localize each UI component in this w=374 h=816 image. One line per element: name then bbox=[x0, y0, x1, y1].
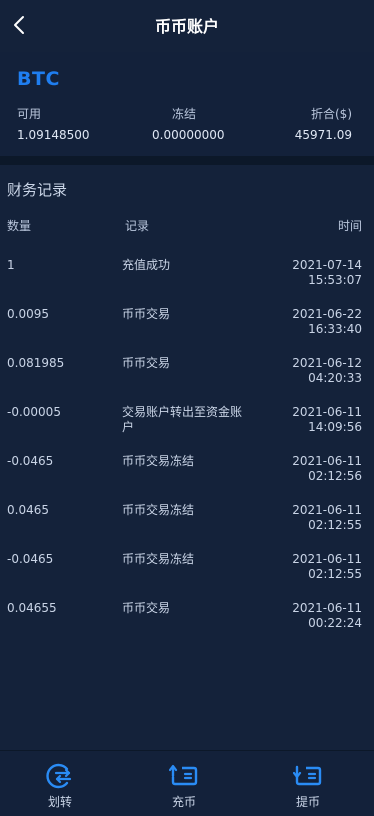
row-qty: 0.0465 bbox=[7, 503, 49, 517]
header-bar: 币币账户 bbox=[0, 0, 374, 50]
table-row[interactable]: 0.04655 币币交易 2021-06-11 00:22:24 bbox=[0, 601, 374, 647]
nav-transfer-label: 划转 bbox=[47, 795, 72, 809]
table-row[interactable]: 0.0465 币币交易冻结 2021-06-11 02:12:55 bbox=[0, 503, 374, 549]
coin-symbol: BTC bbox=[17, 68, 60, 90]
row-date: 2021-06-11 bbox=[292, 405, 362, 419]
row-desc: 币币交易冻结 bbox=[122, 454, 195, 468]
row-datetime: 2021-06-12 04:20:33 bbox=[292, 356, 362, 386]
row-qty: -0.0465 bbox=[7, 454, 54, 468]
row-qty: -0.0465 bbox=[7, 552, 54, 566]
section-divider bbox=[0, 156, 374, 165]
row-time: 16:33:40 bbox=[308, 322, 362, 336]
row-desc: 币币交易 bbox=[122, 307, 171, 321]
nav-withdraw-label: 提币 bbox=[295, 795, 320, 809]
total-label: 折合($) bbox=[311, 107, 352, 121]
row-datetime: 2021-06-11 02:12:55 bbox=[292, 552, 362, 582]
row-date: 2021-06-11 bbox=[292, 552, 362, 566]
row-datetime: 2021-06-22 16:33:40 bbox=[292, 307, 362, 337]
row-date: 2021-06-11 bbox=[292, 601, 362, 615]
row-qty: 0.081985 bbox=[7, 356, 65, 370]
bottom-nav: 划转 充币 提币 bbox=[0, 750, 374, 816]
row-time: 15:53:07 bbox=[308, 273, 362, 287]
available-label: 可用 bbox=[17, 107, 42, 121]
table-row[interactable]: -0.0465 币币交易冻结 2021-06-11 02:12:56 bbox=[0, 454, 374, 500]
table-row[interactable]: 0.081985 币币交易 2021-06-12 04:20:33 bbox=[0, 356, 374, 402]
row-desc: 币币交易冻结 bbox=[122, 552, 195, 566]
row-date: 2021-06-12 bbox=[292, 356, 362, 370]
nav-deposit-button[interactable]: 充币 bbox=[144, 763, 224, 810]
table-row[interactable]: 1 充值成功 2021-07-14 15:53:07 bbox=[0, 258, 374, 304]
balance-card: BTC 可用 1.09148500 冻结 0.00000000 折合($) 45… bbox=[0, 52, 374, 156]
nav-deposit-label: 充币 bbox=[171, 795, 196, 809]
table-row[interactable]: 0.0095 币币交易 2021-06-22 16:33:40 bbox=[0, 307, 374, 353]
row-date: 2021-07-14 bbox=[292, 258, 362, 272]
row-date: 2021-06-22 bbox=[292, 307, 362, 321]
row-date: 2021-06-11 bbox=[292, 503, 362, 517]
nav-transfer-button[interactable]: 划转 bbox=[20, 763, 100, 810]
transfer-icon bbox=[46, 763, 72, 789]
deposit-icon bbox=[169, 764, 198, 786]
table-row[interactable]: -0.0465 币币交易冻结 2021-06-11 02:12:55 bbox=[0, 552, 374, 598]
available-balance: 可用 1.09148500 bbox=[17, 105, 90, 142]
row-desc: 交易账户转出至资金账户 bbox=[122, 405, 243, 434]
withdraw-icon bbox=[293, 765, 322, 786]
row-desc: 币币交易 bbox=[122, 356, 171, 370]
row-time: 14:09:56 bbox=[308, 420, 362, 434]
row-time: 00:22:24 bbox=[308, 616, 362, 630]
row-datetime: 2021-06-11 02:12:56 bbox=[292, 454, 362, 484]
row-desc: 币币交易 bbox=[122, 601, 171, 615]
row-desc: 币币交易冻结 bbox=[122, 503, 195, 517]
row-time: 02:12:55 bbox=[308, 567, 362, 581]
page-title: 币币账户 bbox=[154, 17, 219, 36]
row-datetime: 2021-06-11 14:09:56 bbox=[292, 405, 362, 435]
back-button[interactable] bbox=[8, 12, 30, 38]
row-qty: 0.04655 bbox=[7, 601, 57, 615]
chevron-left-icon bbox=[14, 16, 24, 34]
row-time: 04:20:33 bbox=[308, 371, 362, 385]
header-qty: 数量 bbox=[7, 219, 32, 233]
row-datetime: 2021-06-11 02:12:55 bbox=[292, 503, 362, 533]
records-title: 财务记录 bbox=[7, 181, 68, 199]
header-time: 时间 bbox=[337, 219, 362, 233]
row-qty: 1 bbox=[7, 258, 15, 272]
nav-withdraw-button[interactable]: 提币 bbox=[268, 763, 348, 810]
row-qty: -0.00005 bbox=[7, 405, 61, 419]
row-date: 2021-06-11 bbox=[292, 454, 362, 468]
row-datetime: 2021-06-11 00:22:24 bbox=[292, 601, 362, 631]
row-time: 02:12:56 bbox=[308, 469, 362, 483]
row-datetime: 2021-07-14 15:53:07 bbox=[292, 258, 362, 288]
page: 币币账户 BTC 可用 1.09148500 冻结 0.00000000 折合(… bbox=[0, 0, 374, 816]
records-section: 财务记录 数量 记录 时间 1 充值成功 2021-07-14 15:53:07 … bbox=[0, 165, 374, 750]
available-value: 1.09148500 bbox=[17, 128, 90, 142]
row-desc: 充值成功 bbox=[122, 258, 171, 272]
header-record: 记录 bbox=[125, 219, 150, 233]
frozen-label: 冻结 bbox=[171, 107, 196, 121]
frozen-balance: 冻结 0.00000000 bbox=[152, 105, 225, 142]
row-qty: 0.0095 bbox=[7, 307, 49, 321]
total-balance: 折合($) 45971.09 bbox=[295, 105, 352, 142]
total-value: 45971.09 bbox=[294, 128, 352, 142]
table-row[interactable]: -0.00005 交易账户转出至资金账户 2021-06-11 14:09:56 bbox=[0, 405, 374, 451]
row-time: 02:12:55 bbox=[308, 518, 362, 532]
frozen-value: 0.00000000 bbox=[152, 128, 225, 142]
